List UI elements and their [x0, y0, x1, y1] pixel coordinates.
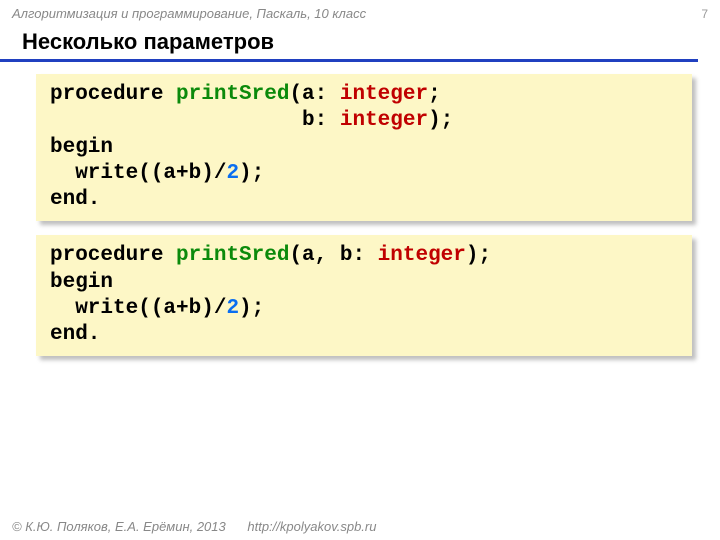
code-block-2: procedure printSred(a, b: integer); begi…	[36, 235, 692, 356]
title-underline	[0, 59, 698, 62]
type-name: integer	[378, 244, 466, 267]
keyword: begin	[50, 136, 113, 159]
code-text: );	[239, 297, 264, 320]
code-text: b:	[50, 109, 340, 132]
slide-title: Несколько параметров	[0, 23, 720, 59]
proc-name: printSred	[176, 83, 289, 106]
code-text: (a:	[289, 83, 339, 106]
keyword: begin	[50, 271, 113, 294]
copyright: © К.Ю. Поляков, Е.А. Ерёмин, 2013	[12, 519, 226, 534]
code-text: (a, b:	[289, 244, 377, 267]
proc-name: printSred	[176, 244, 289, 267]
code-text: );	[239, 162, 264, 185]
keyword: end.	[50, 323, 100, 346]
slide-footer: © К.Ю. Поляков, Е.А. Ерёмин, 2013 http:/…	[12, 519, 376, 534]
keyword: procedure	[50, 244, 176, 267]
type-name: integer	[340, 109, 428, 132]
code-text: );	[428, 109, 453, 132]
course-title: Алгоритмизация и программирование, Паска…	[12, 6, 366, 21]
footer-url: http://kpolyakov.spb.ru	[247, 519, 376, 534]
code-text: );	[466, 244, 491, 267]
code-text: write((a+b)/	[50, 162, 226, 185]
code-text: write((a+b)/	[50, 297, 226, 320]
number: 2	[226, 297, 239, 320]
type-name: integer	[340, 83, 428, 106]
keyword: end.	[50, 188, 100, 211]
page-number: 7	[701, 7, 708, 21]
code-block-1: procedure printSred(a: integer; b: integ…	[36, 74, 692, 221]
code-text: ;	[428, 83, 441, 106]
keyword: procedure	[50, 83, 176, 106]
number: 2	[226, 162, 239, 185]
slide-header: Алгоритмизация и программирование, Паска…	[0, 0, 720, 23]
